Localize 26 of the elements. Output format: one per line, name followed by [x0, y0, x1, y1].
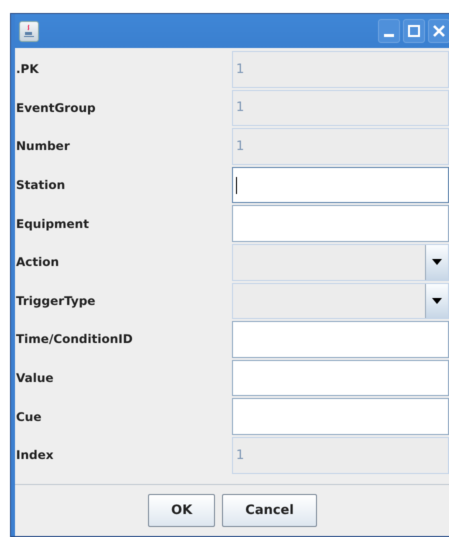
- field-label: Index: [15, 447, 54, 464]
- field-label: Equipment: [15, 216, 90, 233]
- field-label: EventGroup: [15, 100, 97, 117]
- field-label: .PK: [15, 61, 40, 78]
- maximize-button[interactable]: [403, 19, 425, 43]
- field-label: Value: [15, 370, 55, 388]
- close-icon: [433, 25, 445, 37]
- text-cursor: [236, 176, 237, 194]
- text-field[interactable]: [232, 321, 449, 358]
- text-field[interactable]: [232, 360, 449, 396]
- text-field[interactable]: [232, 166, 449, 204]
- field-label: Time/ConditionID: [15, 331, 134, 348]
- field-label: TriggerType: [15, 292, 96, 310]
- dialog-button[interactable]: OK: [148, 494, 216, 527]
- text-field[interactable]: [232, 205, 449, 242]
- field-label: Action: [15, 254, 60, 272]
- dialog-button[interactable]: Cancel: [222, 494, 317, 527]
- field-label: Number: [15, 138, 71, 156]
- maximize-icon: [408, 25, 420, 37]
- field-label: Cue: [15, 408, 42, 426]
- text-field[interactable]: [232, 398, 449, 435]
- minimize-icon: [384, 34, 394, 37]
- minimize-button[interactable]: [378, 19, 400, 43]
- coffee-cup-icon: [19, 20, 39, 42]
- close-button[interactable]: [428, 19, 449, 43]
- field-label: Station: [15, 177, 66, 194]
